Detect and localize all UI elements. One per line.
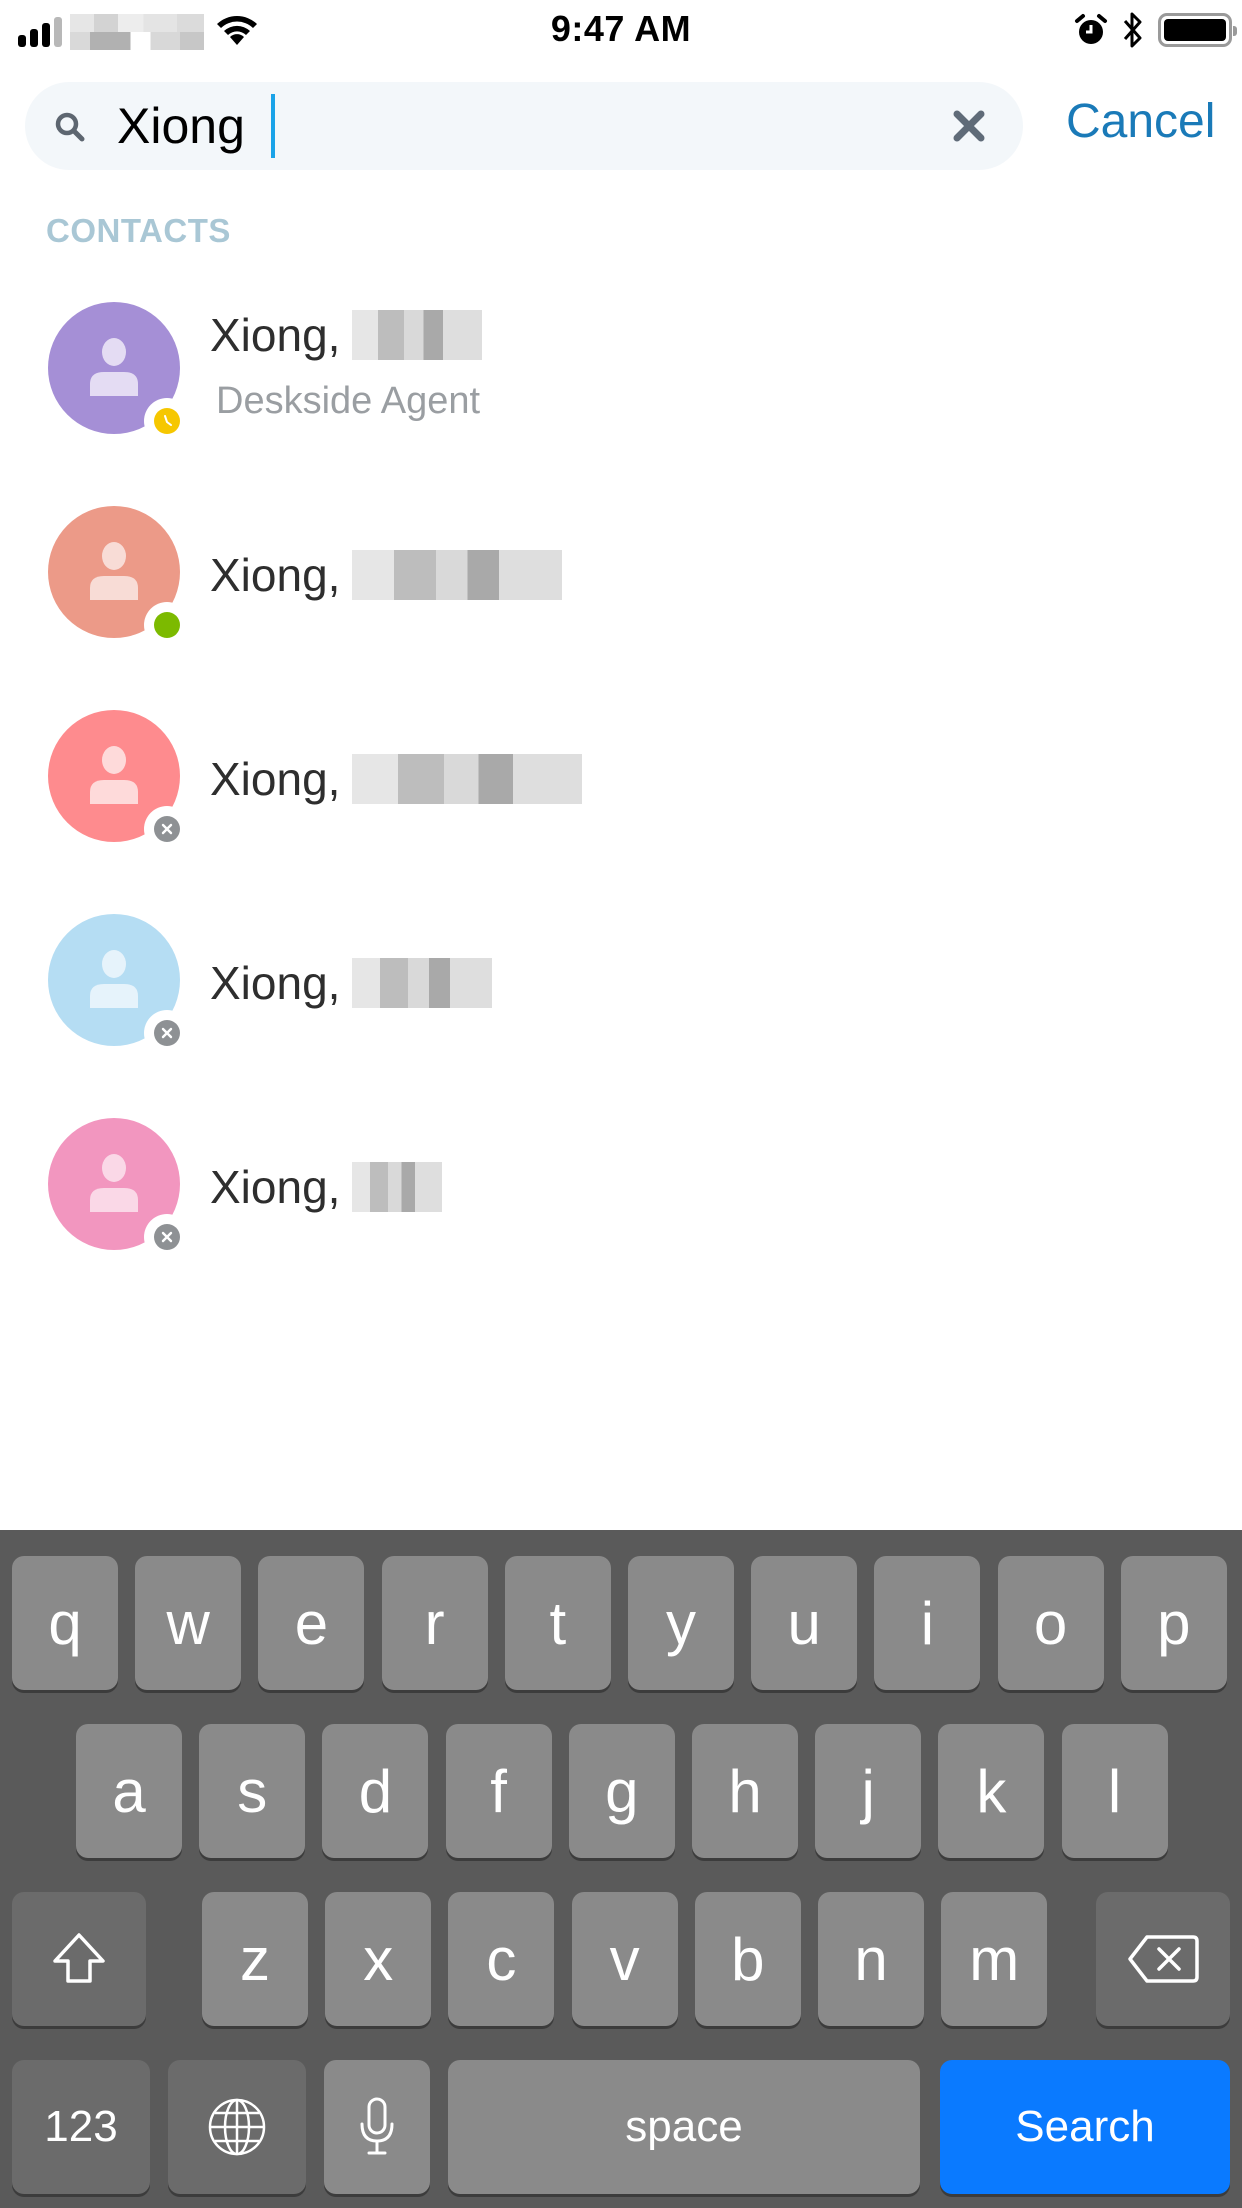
- search-input[interactable]: [117, 92, 917, 160]
- contact-last-name: Xiong,: [210, 549, 341, 601]
- backspace-icon: [1128, 1935, 1199, 1983]
- search-key[interactable]: Search: [940, 2060, 1230, 2194]
- contact-row[interactable]: Xiong,: [0, 688, 1242, 892]
- person-icon: [90, 542, 138, 600]
- avatar: [48, 506, 190, 648]
- cancel-button[interactable]: Cancel: [1066, 94, 1215, 149]
- search-icon: [55, 112, 85, 142]
- key-u[interactable]: u: [751, 1556, 858, 1690]
- bluetooth-icon: [1123, 12, 1142, 48]
- key-d[interactable]: d: [322, 1724, 429, 1858]
- section-header-contacts: CONTACTS: [46, 212, 231, 249]
- contact-last-name: Xiong,: [210, 309, 341, 361]
- key-b[interactable]: b: [694, 1892, 801, 2026]
- key-a[interactable]: a: [76, 1724, 182, 1858]
- alarm-icon: [1075, 14, 1107, 44]
- contact-name: Xiong,: [210, 308, 483, 362]
- key-y[interactable]: y: [628, 1556, 734, 1690]
- avatar: [48, 302, 190, 444]
- avatar: [48, 914, 190, 1056]
- contact-row[interactable]: Xiong,: [0, 484, 1242, 688]
- contact-name: Xiong,: [210, 548, 563, 602]
- key-h[interactable]: h: [692, 1724, 798, 1858]
- microphone-icon: [360, 2097, 394, 2155]
- contact-last-name: Xiong,: [210, 1161, 341, 1213]
- key-l[interactable]: l: [1061, 1724, 1168, 1858]
- status-bar: 9:47 AM: [0, 0, 1242, 60]
- person-icon: [90, 338, 138, 396]
- key-t[interactable]: t: [504, 1556, 611, 1690]
- presence-offline-icon: [144, 1214, 190, 1260]
- key-c[interactable]: c: [448, 1892, 555, 2026]
- contact-last-name: Xiong,: [210, 957, 341, 1009]
- redacted-first-name: [352, 310, 483, 360]
- contact-name: Xiong,: [210, 752, 583, 806]
- key-w[interactable]: w: [135, 1556, 242, 1690]
- key-x[interactable]: x: [325, 1892, 432, 2026]
- numbers-key[interactable]: 123: [12, 2060, 150, 2194]
- contact-name: Xiong,: [210, 1160, 443, 1214]
- key-r[interactable]: r: [381, 1556, 488, 1690]
- presence-available-icon: [144, 602, 190, 648]
- presence-offline-icon: [144, 806, 190, 852]
- key-g[interactable]: g: [568, 1724, 675, 1858]
- key-k[interactable]: k: [938, 1724, 1045, 1858]
- contact-row[interactable]: Xiong,: [0, 892, 1242, 1096]
- redacted-first-name: [352, 550, 563, 600]
- key-m[interactable]: m: [941, 1892, 1048, 2026]
- shift-key[interactable]: [12, 1892, 146, 2026]
- avatar: [48, 710, 190, 852]
- redacted-first-name: [352, 958, 493, 1008]
- avatar: [48, 1118, 190, 1260]
- close-icon: [953, 110, 985, 142]
- key-o[interactable]: o: [997, 1556, 1104, 1690]
- clear-search-button[interactable]: [943, 100, 995, 152]
- contact-row[interactable]: Xiong, Deskside Agent: [0, 280, 1242, 484]
- backspace-key[interactable]: [1096, 1892, 1230, 2026]
- key-f[interactable]: f: [445, 1724, 552, 1858]
- key-s[interactable]: s: [199, 1724, 306, 1858]
- search-bar: [25, 82, 1023, 170]
- contact-title: Deskside Agent: [216, 380, 481, 422]
- battery-icon: [1158, 13, 1237, 47]
- contact-list: Xiong, Deskside Agent Xiong, Xiong, Xiong, Xi…: [0, 280, 1242, 1300]
- space-key[interactable]: space: [448, 2060, 920, 2194]
- text-cursor: [271, 94, 275, 158]
- key-e[interactable]: e: [258, 1556, 365, 1690]
- redacted-first-name: [352, 1162, 443, 1212]
- key-i[interactable]: i: [874, 1556, 981, 1690]
- status-time: 9:47 AM: [550, 8, 692, 49]
- dictation-key[interactable]: [324, 2060, 430, 2194]
- person-icon: [90, 950, 138, 1008]
- key-n[interactable]: n: [818, 1892, 924, 2026]
- contact-last-name: Xiong,: [210, 753, 341, 805]
- redacted-first-name: [352, 754, 583, 804]
- key-j[interactable]: j: [815, 1724, 922, 1858]
- key-z[interactable]: z: [202, 1892, 308, 2026]
- globe-icon: [208, 2098, 266, 2156]
- presence-offline-icon: [144, 1010, 190, 1056]
- globe-key[interactable]: [168, 2060, 306, 2194]
- person-icon: [90, 746, 138, 804]
- key-q[interactable]: q: [12, 1556, 118, 1690]
- shift-icon: [53, 1933, 105, 1983]
- contact-row[interactable]: Xiong,: [0, 1096, 1242, 1300]
- key-p[interactable]: p: [1120, 1556, 1227, 1690]
- keyboard: q w e r t y u i o p a s d f g h j k l z x c v b n m 123 space Search: [0, 1530, 1242, 2208]
- key-v[interactable]: v: [571, 1892, 678, 2026]
- person-icon: [90, 1154, 138, 1212]
- contact-name: Xiong,: [210, 956, 493, 1010]
- presence-away-icon: [144, 398, 190, 444]
